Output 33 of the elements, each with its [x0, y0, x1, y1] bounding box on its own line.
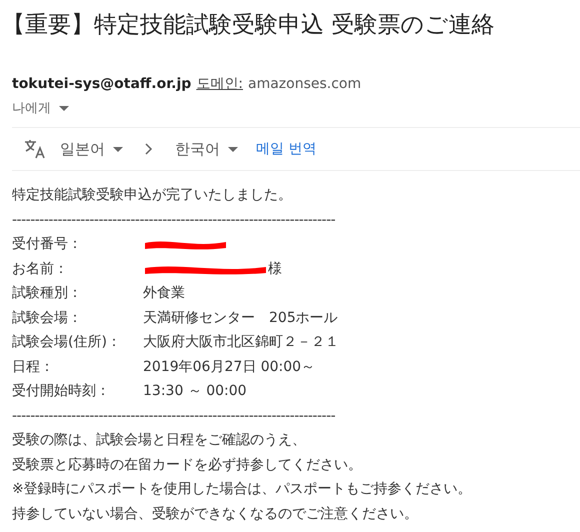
recipient-dropdown[interactable]: 나에게: [12, 99, 69, 118]
field-label: 日程：: [12, 358, 55, 376]
translate-link[interactable]: 메일 번역: [256, 138, 316, 160]
field-label: お名前：: [12, 260, 69, 278]
notice-text: 持参していない場合、受験ができなくなるのでご注意ください。: [12, 504, 419, 524]
sender-email: tokutei-sys@otaff.or.jp: [12, 75, 192, 94]
field-value: 大阪府大阪市北区錦町２－２１: [143, 333, 339, 352]
sender-domain: amazonses.com: [248, 75, 362, 94]
notice-text: 受験の際は、試験会場と日程をご確認のうえ、: [12, 431, 307, 450]
field-label: 受付開始時刻：: [12, 382, 111, 401]
email-subject: 【重要】特定技能試験受験申込 受験票のご連絡: [1, 11, 496, 40]
intro-text: 特定技能試験受験申込が完了いたしました。: [12, 186, 293, 205]
field-label: 試験会場(住所)：: [12, 333, 122, 352]
field-label: 受付番号：: [12, 235, 83, 254]
field-label: 試験種別：: [12, 284, 83, 303]
translate-icon: [24, 139, 46, 159]
field-value: 2019年06月27日 00:00～: [143, 358, 316, 376]
caret-icon: [113, 147, 123, 152]
caret-icon: [228, 147, 238, 152]
chevron-right-icon: [145, 143, 153, 155]
separator-line: -----------------------------------------------------------------------: [12, 210, 336, 230]
notice-text: 受験票と応募時の在留カードを必ず持参してください。: [12, 456, 363, 474]
caret-icon: [59, 106, 69, 111]
separator-line: -----------------------------------------------------------------------: [12, 406, 336, 426]
domain-link[interactable]: 도메인:: [196, 74, 243, 95]
field-label: 試験会場：: [12, 308, 83, 328]
honorific-text: 様: [268, 260, 282, 278]
source-language-dropdown[interactable]: 일본어: [60, 138, 123, 160]
target-language-dropdown[interactable]: 한국어: [175, 138, 238, 160]
notice-text: ※登録時にパスポートを使用した場合は、パスポートもご持参ください。: [12, 480, 473, 499]
field-value: 天満研修センター 205ホール: [143, 308, 338, 328]
field-value: 13:30 ～ 00:00: [143, 382, 247, 401]
field-value: 外食業: [143, 284, 185, 303]
